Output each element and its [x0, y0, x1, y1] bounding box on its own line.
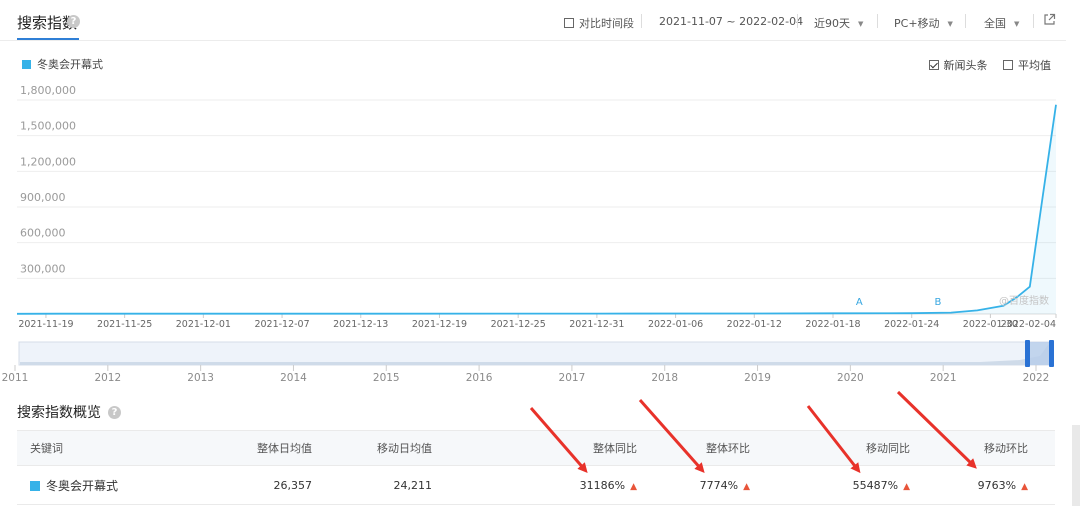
- y-tick-label: 300,000: [20, 262, 66, 275]
- series-area: [17, 104, 1056, 314]
- x-tick-label: 2021-12-07: [254, 319, 309, 330]
- red-arrow-icon: [529, 407, 588, 474]
- search-index-chart[interactable]: 1,800,000 1,500,000 1,200,000 900,000 600,00…: [0, 0, 1080, 400]
- y-tick-label: 900,000: [20, 191, 66, 204]
- x-tick-label: 2021-11-25: [97, 319, 152, 330]
- annotation-marker: A: [856, 297, 863, 308]
- y-tick-label: 1,500,000: [20, 120, 76, 133]
- red-arrow-icon: [806, 405, 861, 474]
- x-tick-label: 2021-11-19: [18, 319, 73, 330]
- x-tick-label: 2022-01-06: [648, 319, 703, 330]
- bottom-strip: [0, 506, 1080, 514]
- right-edge-strip: [1072, 425, 1080, 514]
- watermark: @百度指数: [999, 294, 1049, 307]
- x-tick-label: 2022-01-12: [727, 319, 782, 330]
- x-tick-label: 2021-12-01: [176, 319, 231, 330]
- annotation-arrows-layer: [529, 390, 977, 474]
- annotation-marker: B: [935, 297, 942, 308]
- red-arrow-icon: [896, 390, 977, 469]
- x-tick-label: 2021-12-31: [569, 319, 624, 330]
- navigator-handle-right: [1049, 340, 1054, 367]
- navigator-handle-left: [1025, 340, 1030, 367]
- red-arrow-icon: [638, 399, 705, 473]
- x-tick-label: 2022-02-04: [1001, 319, 1056, 330]
- x-tick-label: 2021-12-25: [491, 319, 546, 330]
- x-tick-label: 2021-12-13: [333, 319, 388, 330]
- y-tick-label: 1,200,000: [20, 155, 76, 168]
- y-tick-label: 600,000: [20, 227, 66, 240]
- navigator-track: [18, 341, 1054, 366]
- x-tick-label: 2021-12-19: [412, 319, 467, 330]
- x-tick-label: 2022-01-24: [884, 319, 939, 330]
- navigator-selection: [1027, 342, 1052, 365]
- y-tick-label: 1,800,000: [20, 84, 76, 97]
- x-tick-label: 2022-01-18: [805, 319, 860, 330]
